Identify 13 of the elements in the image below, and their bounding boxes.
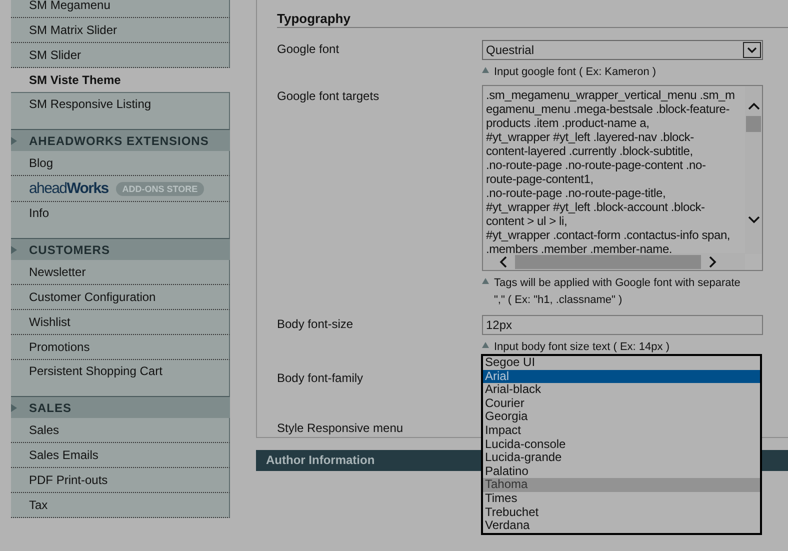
section-title: CUSTOMERS	[29, 242, 110, 256]
field-label: Google font	[277, 41, 340, 56]
section-title: SALES	[29, 400, 72, 414]
field-hint: Tags will be applied with Google font with separate	[494, 276, 740, 291]
field-label: Style Responsive menu	[277, 420, 404, 435]
field-label: Body font-family	[277, 370, 364, 385]
field-hint: Input body font size text ( Ex: 14px )	[494, 340, 670, 355]
section-title: AHEADWORKS EXTENSIONS	[29, 134, 209, 148]
field-hint: "," ( Ex: "h1, .classname" )	[494, 293, 624, 308]
field-hint: Input google font ( Ex: Kameron )	[494, 65, 656, 80]
field-label: Google font targets	[277, 88, 380, 103]
section-title: Typography	[277, 11, 788, 28]
field-label: Body font-size	[277, 316, 354, 331]
